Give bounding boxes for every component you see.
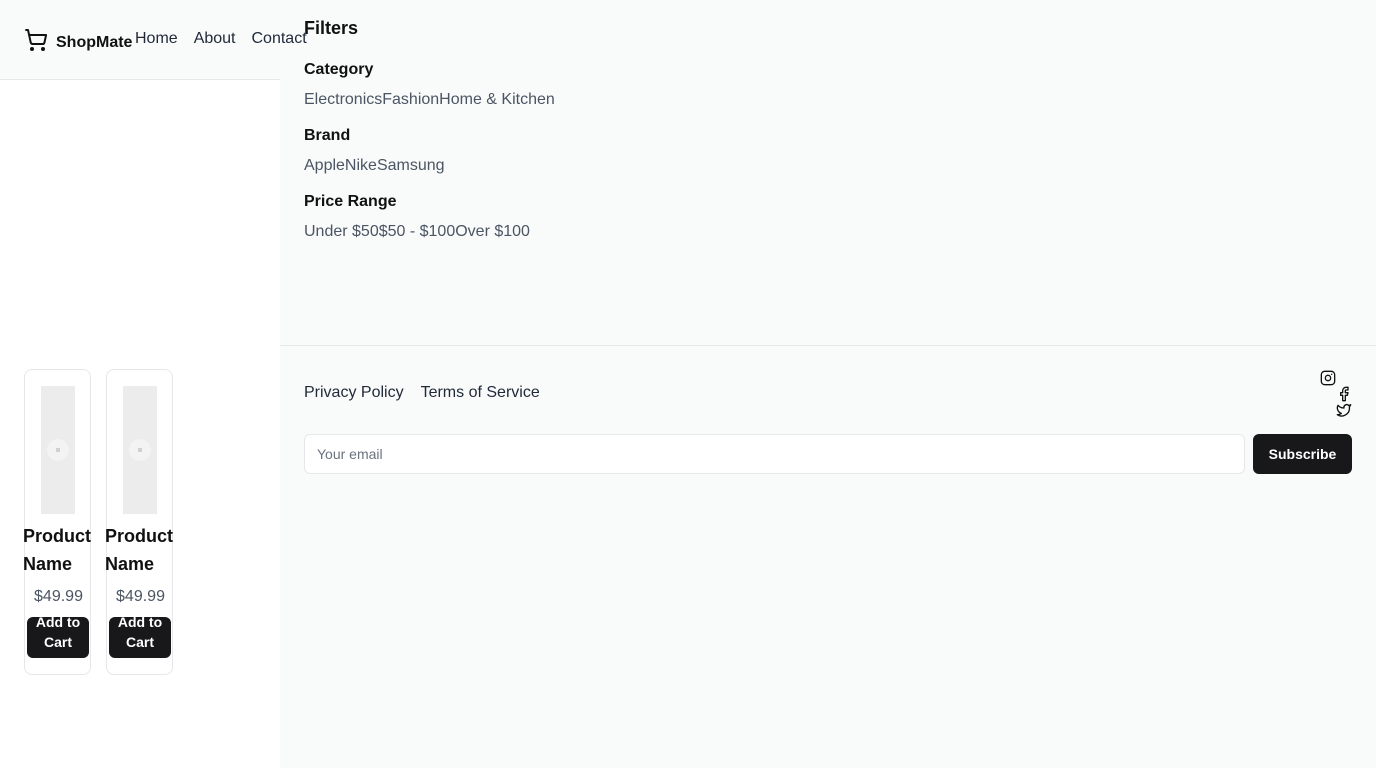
product-price: $49.99 [116, 588, 165, 605]
filter-option[interactable]: Over $100 [455, 223, 530, 240]
email-input[interactable] [304, 434, 1245, 474]
nav-home[interactable]: Home [135, 30, 178, 48]
product-card: Product Name $49.99 Add to Cart [105, 369, 173, 675]
nav-contact[interactable]: Contact [252, 30, 307, 48]
product-price: $49.99 [34, 588, 83, 605]
product-name: Product Name [105, 526, 174, 574]
twitter-icon[interactable] [1336, 402, 1352, 418]
filters-title: Filters [304, 18, 359, 38]
product-image [41, 386, 75, 514]
terms-of-service-link[interactable]: Terms of Service [421, 384, 540, 402]
privacy-policy-link[interactable]: Privacy Policy [304, 384, 404, 402]
subscribe-button[interactable]: Subscribe [1253, 434, 1352, 474]
product-image [123, 386, 157, 514]
filter-group-brand: Brand AppleNikeSamsung [304, 127, 555, 175]
filter-option[interactable]: Electronics [304, 91, 382, 108]
filter-group-category: Category ElectronicsFashionHome & Kitche… [304, 61, 555, 109]
filter-option[interactable]: Fashion [382, 91, 439, 108]
filter-group-label: Category [304, 61, 374, 78]
filter-option[interactable]: Home & Kitchen [439, 91, 555, 108]
image-placeholder-icon [129, 439, 151, 461]
add-to-cart-label: Add to Cart [117, 617, 163, 650]
filter-option[interactable]: Samsung [377, 157, 445, 174]
filter-option[interactable]: $50 - $100 [379, 223, 456, 240]
filter-group-label: Price Range [304, 193, 397, 210]
social-links [1312, 370, 1352, 418]
footer-divider [280, 345, 1376, 346]
product-name: Product Name [23, 526, 92, 574]
filters-section: Filters Category ElectronicsFashionHome … [304, 18, 555, 259]
filter-group-price-range: Price Range Under $50$50 - $100Over $100 [304, 193, 555, 241]
add-to-cart-label: Add to Cart [35, 617, 81, 650]
nav-about[interactable]: About [194, 30, 236, 48]
product-card: Product Name $49.99 Add to Cart [23, 369, 91, 675]
footer-links: Privacy Policy Terms of Service [304, 384, 557, 402]
brand-name: ShopMate [56, 33, 133, 51]
instagram-icon[interactable] [1320, 370, 1336, 386]
filter-option[interactable]: Under $50 [304, 223, 379, 240]
image-placeholder-icon [47, 439, 69, 461]
filter-option[interactable]: Apple [304, 157, 345, 174]
main-nav: Home About Contact [135, 30, 323, 48]
add-to-cart-button[interactable]: Add to Cart [27, 617, 89, 658]
filter-group-label: Brand [304, 127, 351, 144]
facebook-icon[interactable] [1336, 386, 1352, 402]
add-to-cart-button[interactable]: Add to Cart [109, 617, 171, 658]
brand[interactable]: ShopMate [24, 28, 132, 57]
filter-option[interactable]: Nike [345, 157, 377, 174]
main-content: ShopMate Product Name $49.99 Add to Cart… [0, 0, 280, 768]
sidebar-panel: Filters Category ElectronicsFashionHome … [280, 0, 1376, 768]
shopping-cart-icon [24, 28, 48, 57]
